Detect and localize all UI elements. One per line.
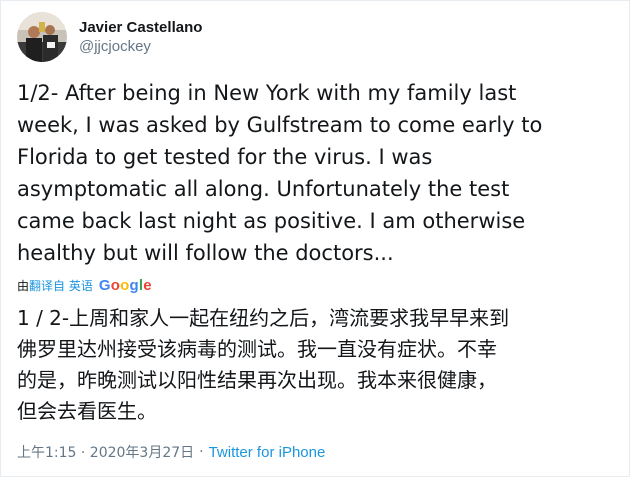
tweet-meta: 上午1:15 · 2020年3月27日 · Twitter for iPhone	[17, 442, 325, 462]
tweet-header: Javier Castellano @jjcjockey	[17, 11, 202, 63]
tweet-card: Javier Castellano @jjcjockey 1/2- After …	[0, 0, 630, 477]
tweet-source-link[interactable]: Twitter for iPhone	[209, 444, 326, 461]
tweet-timestamp[interactable]: 上午1:15 · 2020年3月27日	[17, 442, 194, 462]
translated-from-link[interactable]: 翻译自 英语	[29, 277, 93, 294]
author-display-name[interactable]: Javier Castellano	[79, 18, 202, 37]
avatar[interactable]	[17, 12, 67, 62]
author-handle[interactable]: @jjcjockey	[79, 37, 202, 56]
tweet-text: 1/2- After being in New York with my fam…	[17, 81, 543, 265]
profile-photo-icon	[17, 12, 67, 62]
google-logo: Google	[98, 276, 152, 294]
translation-prefix: 由	[17, 278, 30, 293]
translation-attribution: 由 翻译自 英语 Google	[17, 275, 152, 295]
translated-tweet-text: 1 / 2-上周和家人一起在纽约之后，湾流要求我早早来到 佛罗里达州接受该病毒的…	[17, 306, 510, 423]
author-names: Javier Castellano @jjcjockey	[79, 18, 202, 56]
meta-separator: ·	[199, 444, 204, 460]
